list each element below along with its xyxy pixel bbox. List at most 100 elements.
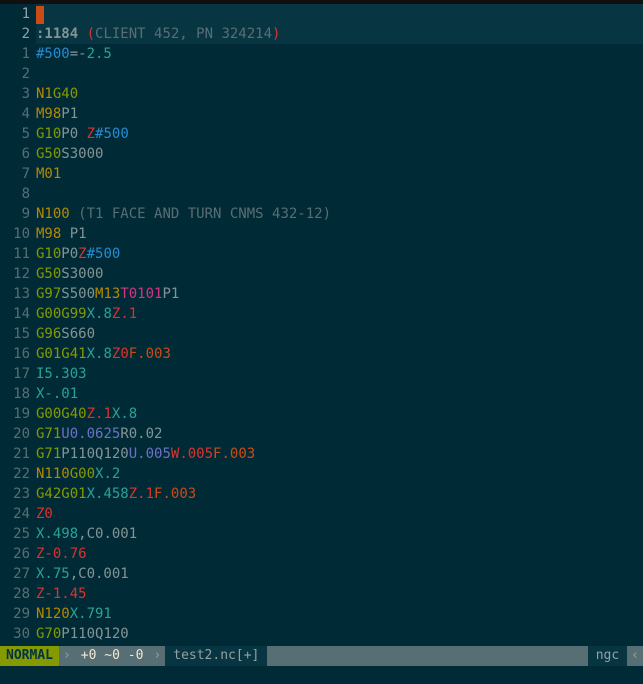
separator-icon: › — [149, 646, 165, 666]
token: Z — [87, 126, 95, 142]
code-content[interactable]: N100 (T1 FACE AND TURN CNMS 432-12) — [36, 204, 643, 224]
code-line[interactable]: 23G42G01X.458Z.1F.003 — [0, 484, 643, 504]
code-content[interactable] — [36, 184, 643, 204]
code-content[interactable]: N1G40 — [36, 84, 643, 104]
code-content[interactable]: G50S3000 — [36, 264, 643, 284]
token: Z.1 — [112, 306, 137, 322]
code-content[interactable] — [36, 4, 643, 24]
token: Z0 — [112, 346, 129, 362]
code-line[interactable]: 26Z-0.76 — [0, 544, 643, 564]
mode-text: NORMAL — [6, 646, 53, 666]
code-line[interactable]: 14G00G99X.8Z.1 — [0, 304, 643, 324]
token: X.498 — [36, 526, 78, 542]
code-content[interactable]: :1184 (CLIENT 452, PN 324214) — [36, 24, 643, 44]
token: Z.1 — [129, 486, 154, 502]
token: Z-1.45 — [36, 586, 87, 602]
code-content[interactable]: X.498,C0.001 — [36, 524, 643, 544]
code-line[interactable]: 17I5.303 — [0, 364, 643, 384]
code-line[interactable]: 11G10P0Z#500 — [0, 244, 643, 264]
token: ) — [272, 26, 280, 42]
code-content[interactable]: Z0 — [36, 504, 643, 524]
token: X.8 — [112, 406, 137, 422]
line-number: 2 — [0, 24, 36, 44]
code-line[interactable]: 8 — [0, 184, 643, 204]
token: ,C0.001 — [78, 526, 137, 542]
line-number: 28 — [0, 584, 36, 604]
code-content[interactable]: G50S3000 — [36, 144, 643, 164]
line-number: 26 — [0, 544, 36, 564]
cursor-line[interactable]: 2:1184 (CLIENT 452, PN 324214) — [0, 24, 643, 44]
code-content[interactable]: G70P110Q120 — [36, 624, 643, 644]
token: :1184 — [36, 26, 87, 42]
vcs-status: +0 ~0 -0 — [75, 646, 150, 666]
code-content[interactable]: M98P1 — [36, 104, 643, 124]
code-content[interactable]: G71P110Q120U.005W.005F.003 — [36, 444, 643, 464]
token: S500 — [61, 286, 95, 302]
code-line[interactable]: 2 — [0, 64, 643, 84]
code-line[interactable]: 30G70P110Q120 — [0, 624, 643, 644]
token: M98 — [36, 106, 61, 122]
code-content[interactable]: G00G40Z.1X.8 — [36, 404, 643, 424]
code-content[interactable]: G10P0Z#500 — [36, 244, 643, 264]
code-content[interactable]: M01 — [36, 164, 643, 184]
code-line[interactable]: 29N120X.791 — [0, 604, 643, 624]
token: G70 — [36, 626, 61, 642]
code-line[interactable]: 15G96S660 — [0, 324, 643, 344]
token: P1 — [162, 286, 179, 302]
code-line[interactable]: 10M98 P1 — [0, 224, 643, 244]
code-line[interactable]: 20G71U0.0625R0.02 — [0, 424, 643, 444]
token: G99 — [61, 306, 86, 322]
code-line[interactable]: 13G97S500M13T0101P1 — [0, 284, 643, 304]
code-line[interactable]: 24Z0 — [0, 504, 643, 524]
token: G10 — [36, 126, 61, 142]
code-content[interactable]: G97S500M13T0101P1 — [36, 284, 643, 304]
code-line[interactable]: 4M98P1 — [0, 104, 643, 124]
code-line[interactable]: 12G50S3000 — [0, 264, 643, 284]
token: S3000 — [61, 146, 103, 162]
line-number: 13 — [0, 284, 36, 304]
status-bar: NORMAL › +0 ~0 -0 › test2.nc[+] ngc ‹ — [0, 646, 643, 666]
code-content[interactable]: G96S660 — [36, 324, 643, 344]
line-number: 16 — [0, 344, 36, 364]
code-line[interactable]: 9N100 (T1 FACE AND TURN CNMS 432-12) — [0, 204, 643, 224]
code-line[interactable]: 18X-.01 — [0, 384, 643, 404]
code-line[interactable]: 28Z-1.45 — [0, 584, 643, 604]
code-content[interactable]: G42G01X.458Z.1F.003 — [36, 484, 643, 504]
code-content[interactable]: Z-0.76 — [36, 544, 643, 564]
mode-indicator: NORMAL — [0, 646, 59, 666]
token — [70, 206, 78, 222]
code-line[interactable]: 1#500=-2.5 — [0, 44, 643, 64]
code-content[interactable]: G01G41X.8Z0F.003 — [36, 344, 643, 364]
code-content[interactable]: G00G99X.8Z.1 — [36, 304, 643, 324]
code-line[interactable]: 27X.75,C0.001 — [0, 564, 643, 584]
file-name-text: test2.nc[+] — [173, 646, 259, 666]
token: X.2 — [95, 466, 120, 482]
code-content[interactable] — [36, 64, 643, 84]
code-content[interactable]: Z-1.45 — [36, 584, 643, 604]
code-line[interactable]: 5G10P0 Z#500 — [0, 124, 643, 144]
line-number: 29 — [0, 604, 36, 624]
code-line[interactable]: 3N1G40 — [0, 84, 643, 104]
line-number: 23 — [0, 484, 36, 504]
code-content[interactable]: X.75,C0.001 — [36, 564, 643, 584]
code-line[interactable]: 6G50S3000 — [0, 144, 643, 164]
code-content[interactable]: I5.303 — [36, 364, 643, 384]
code-line[interactable]: 19G00G40Z.1X.8 — [0, 404, 643, 424]
cursor-line[interactable]: 1 — [0, 4, 643, 24]
code-line[interactable]: 22N110G00X.2 — [0, 464, 643, 484]
line-number: 20 — [0, 424, 36, 444]
code-line[interactable]: 25X.498,C0.001 — [0, 524, 643, 544]
code-line[interactable]: 21G71P110Q120U.005W.005F.003 — [0, 444, 643, 464]
code-content[interactable]: M98 P1 — [36, 224, 643, 244]
line-number: 10 — [0, 224, 36, 244]
code-line[interactable]: 16G01G41X.8Z0F.003 — [0, 344, 643, 364]
code-content[interactable]: X-.01 — [36, 384, 643, 404]
code-content[interactable]: N120X.791 — [36, 604, 643, 624]
code-content[interactable]: G10P0 Z#500 — [36, 124, 643, 144]
text-buffer[interactable]: 12:1184 (CLIENT 452, PN 324214)1#500=-2.… — [0, 4, 643, 646]
token: G40 — [53, 86, 78, 102]
code-content[interactable]: #500=-2.5 — [36, 44, 643, 64]
code-content[interactable]: N110G00X.2 — [36, 464, 643, 484]
code-line[interactable]: 7M01 — [0, 164, 643, 184]
code-content[interactable]: G71U0.0625R0.02 — [36, 424, 643, 444]
